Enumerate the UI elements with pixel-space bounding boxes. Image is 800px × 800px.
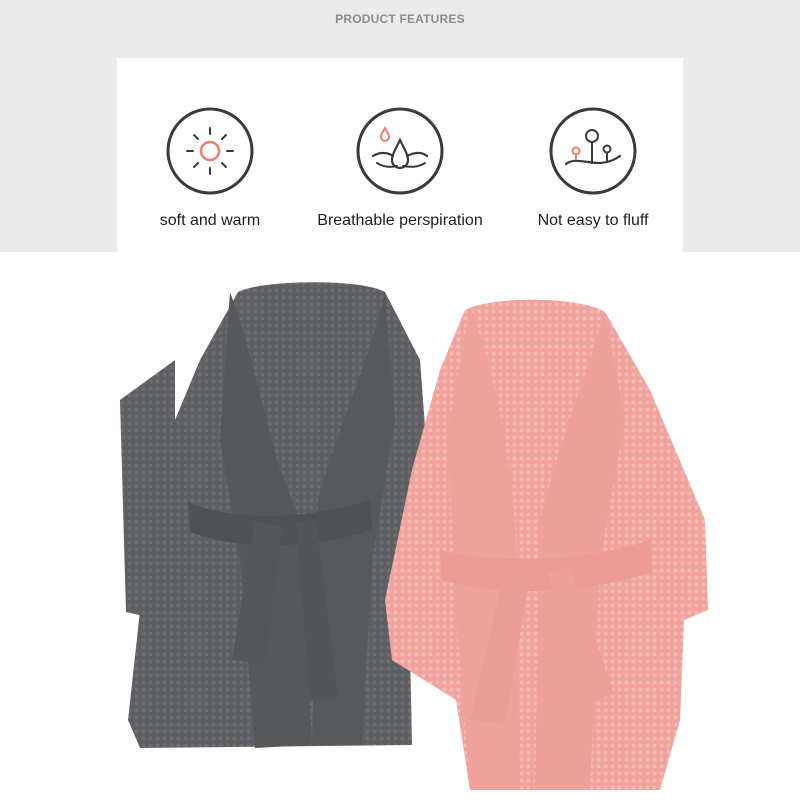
feature-label: soft and warm <box>159 212 261 229</box>
feature-soft-warm: soft and warm <box>110 106 310 230</box>
sun-icon <box>166 107 254 195</box>
gray-robe <box>120 282 432 748</box>
fuzz-ball-icon <box>549 107 637 195</box>
feature-label: Breathable perspiration <box>317 212 483 229</box>
feature-no-fluff: Not easy to fluff <box>493 106 693 230</box>
product-photo-robes <box>120 282 708 790</box>
feature-breathable: Breathable perspiration <box>300 106 500 230</box>
features-card: soft and warm Breathable perspiration No… <box>117 58 683 252</box>
section-title: PRODUCT FEATURES <box>335 12 465 26</box>
feature-label: Not easy to fluff <box>537 212 649 229</box>
water-drop-icon <box>356 107 444 195</box>
pink-robe <box>385 299 708 790</box>
